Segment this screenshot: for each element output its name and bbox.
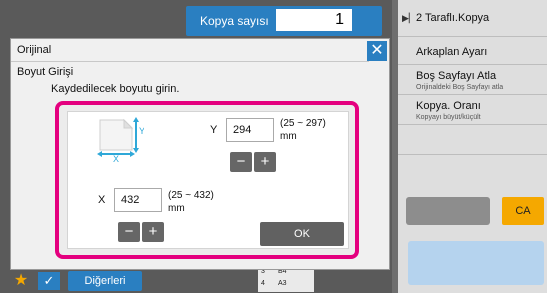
favorite-star-icon[interactable]: ★ <box>10 272 32 290</box>
paper-size-label: A3 <box>278 280 287 287</box>
function-label: 2 Taraflı.Kopya <box>416 12 490 24</box>
paper-dimension-icon: Y X <box>97 117 144 162</box>
y-decrease-button[interactable]: − <box>230 152 252 172</box>
close-icon[interactable]: ✕ <box>367 41 387 61</box>
others-button[interactable]: Diğerleri <box>68 271 142 291</box>
function-empty-slot <box>398 125 547 155</box>
clear-all-button[interactable]: CA <box>502 197 544 225</box>
x-range-hint: (25 ~ 432) <box>168 190 214 201</box>
function-skip-blank-page[interactable]: Boş Sayfayı Atla Orijinaldeki Boş Sayfay… <box>398 65 547 95</box>
dialog-title: Orijinal <box>17 44 52 56</box>
function-sublabel: Kopyayı büyüt/küçült <box>416 114 481 121</box>
original-size-dialog: Orijinal ✕ Boyut Girişi Kaydedilecek boy… <box>10 38 390 270</box>
right-function-panel: ▶▏ 2 Taraflı.Kopya Arkaplan Ayarı Boş Sa… <box>398 0 547 293</box>
function-label: Boş Sayfayı Atla <box>416 70 497 82</box>
function-copy-ratio[interactable]: Kopya. Oranı Kopyayı büyüt/küçült <box>398 95 547 125</box>
x-axis-label: X <box>98 194 106 206</box>
x-decrease-button[interactable]: − <box>118 222 140 242</box>
dialog-subtitle: Boyut Girişi <box>17 66 74 78</box>
ok-button[interactable]: OK <box>260 222 344 246</box>
tray-number: 4 <box>261 280 265 287</box>
svg-text:X: X <box>113 154 119 162</box>
checkmark-icon[interactable]: ✓ <box>38 272 60 290</box>
copy-count-field[interactable]: 1 <box>276 9 352 31</box>
x-size-input[interactable]: 432 <box>114 188 162 212</box>
x-increase-button[interactable]: + <box>142 222 164 242</box>
function-two-sided-copy[interactable]: ▶▏ 2 Taraflı.Kopya <box>398 0 547 37</box>
expand-arrow-icon[interactable]: ▶▏ <box>402 13 416 24</box>
y-size-input[interactable]: 294 <box>226 118 274 142</box>
x-unit-label: mm <box>168 203 185 214</box>
svg-text:Y: Y <box>139 126 144 136</box>
y-axis-label: Y <box>210 124 218 136</box>
y-unit-label: mm <box>280 131 297 142</box>
function-sublabel: Orijinaldeki Boş Sayfayı atla <box>416 84 504 91</box>
size-input-area: Y X Y 294 (25 ~ 297) mm − + X 432 (25 ~ … <box>55 101 359 259</box>
copy-count-bar[interactable]: Kopya sayısı 1 <box>186 6 382 36</box>
function-label: Arkaplan Ayarı <box>416 46 488 58</box>
y-range-hint: (25 ~ 297) <box>280 118 326 129</box>
dialog-header: Orijinal <box>11 39 369 62</box>
copy-count-label: Kopya sayısı <box>200 14 269 28</box>
function-empty-slot <box>398 155 547 184</box>
function-background-adjust[interactable]: Arkaplan Ayarı <box>398 37 547 65</box>
y-increase-button[interactable]: + <box>254 152 276 172</box>
size-input-panel: Y X Y 294 (25 ~ 297) mm − + X 432 (25 ~ … <box>67 111 349 249</box>
start-button[interactable] <box>408 241 544 285</box>
instruction-text: Kaydedilecek boyutu girin. <box>51 83 180 95</box>
preview-button[interactable] <box>406 197 490 225</box>
function-label: Kopya. Oranı <box>416 100 481 112</box>
